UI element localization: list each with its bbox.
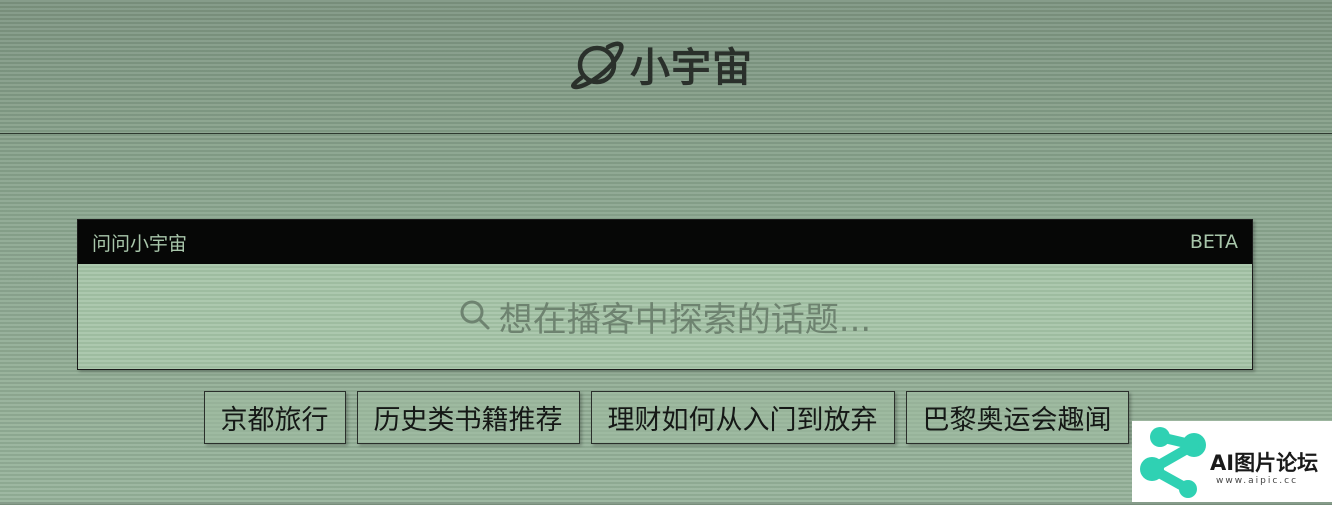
search-placeholder: 想在播客中探索的话题...	[498, 300, 872, 340]
watermark-url: www.aipic.cc	[1216, 476, 1299, 486]
ask-panel-header: 问问小宇宙 BETA	[78, 220, 1252, 264]
logo[interactable]: 小宇宙	[568, 38, 753, 91]
watermark: AI图片论坛 www.aipic.cc	[1132, 421, 1332, 502]
header: 小宇宙	[0, 0, 1332, 134]
suggestion-tag[interactable]: 历史类书籍推荐	[356, 391, 580, 444]
planet-icon	[568, 38, 626, 90]
search-icon	[459, 299, 491, 335]
watermark-logo-icon	[1138, 423, 1214, 505]
search-input[interactable]: 想在播客中探索的话题...	[78, 264, 1252, 369]
suggestion-tag[interactable]: 京都旅行	[203, 391, 346, 444]
beta-badge: BETA	[1189, 231, 1238, 253]
ask-panel: 问问小宇宙 BETA 想在播客中探索的话题...	[77, 219, 1253, 370]
logo-text: 小宇宙	[630, 45, 753, 91]
suggestion-tag[interactable]: 理财如何从入门到放弃	[590, 391, 895, 444]
ask-panel-title: 问问小宇宙	[92, 232, 188, 255]
suggestion-tag[interactable]: 巴黎奥运会趣闻	[905, 391, 1129, 444]
watermark-text: AI图片论坛	[1210, 451, 1319, 475]
